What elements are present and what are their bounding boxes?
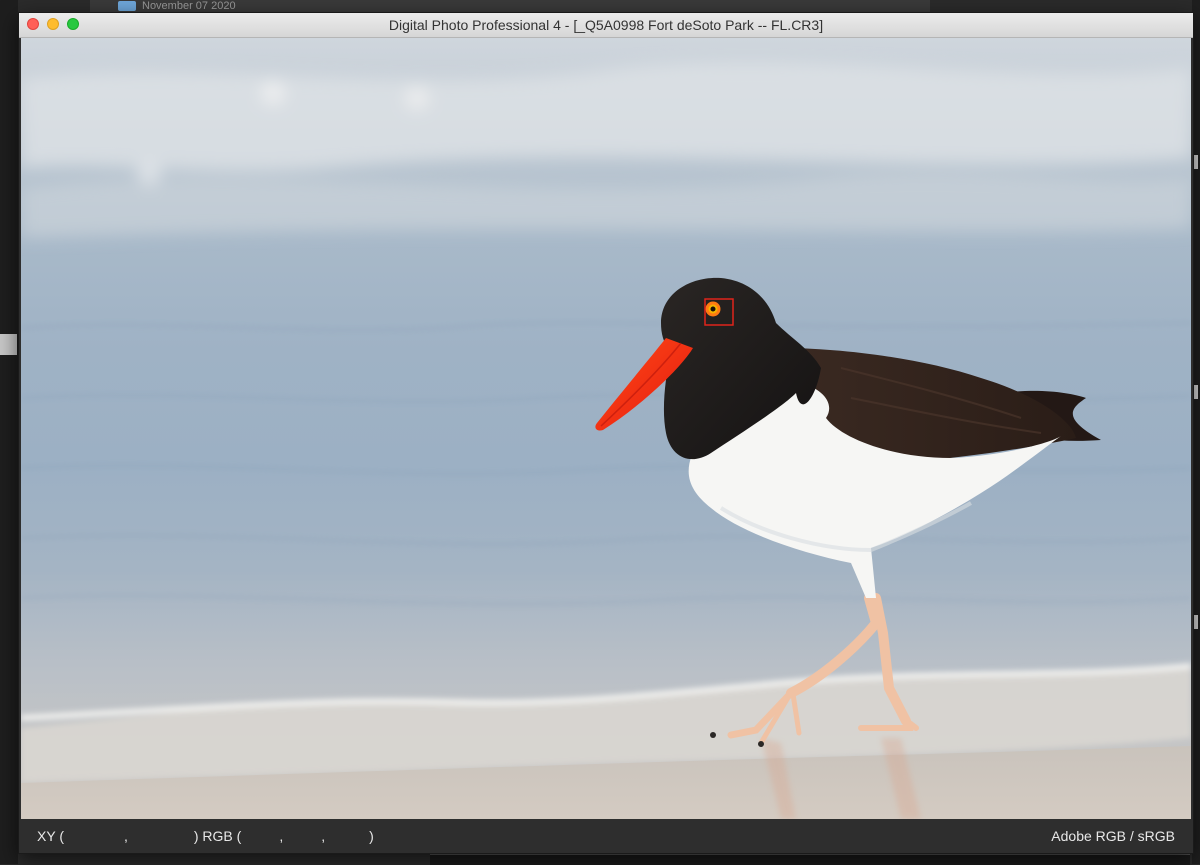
background-text-fragment [1194,615,1198,629]
background-desktop-left [0,0,18,864]
xy-label: XY ( [37,828,64,844]
color-space-label: Adobe RGB / sRGB [1051,828,1175,844]
folder-icon [118,1,136,11]
background-text-fragment [1194,155,1198,169]
rgb-separator-2: , [321,828,326,844]
window-title: Digital Photo Professional 4 - [_Q5A0998… [388,17,824,33]
background-window-bottom [430,854,1190,865]
rgb-close: ) [369,828,374,844]
photo-canvas[interactable] [21,38,1191,819]
title-bar[interactable]: Digital Photo Professional 4 - [_Q5A0998… [19,13,1193,38]
pixel-readout: XY (, ) RGB (,,) [37,828,374,844]
background-folder-row: November 07 2020 [90,0,930,12]
background-text-fragment [1194,385,1198,399]
background-folder-label: November 07 2020 [142,0,236,12]
background-panel-tab[interactable] [0,334,17,355]
rgb-label: ) RGB ( [193,828,242,844]
image-viewer-window: Digital Photo Professional 4 - [_Q5A0998… [18,12,1194,854]
status-bar: XY (, ) RGB (,,) Adobe RGB / sRGB [19,819,1193,853]
rgb-separator-1: , [279,828,284,844]
xy-separator: , [123,828,128,844]
bird-photo [21,62,1191,819]
